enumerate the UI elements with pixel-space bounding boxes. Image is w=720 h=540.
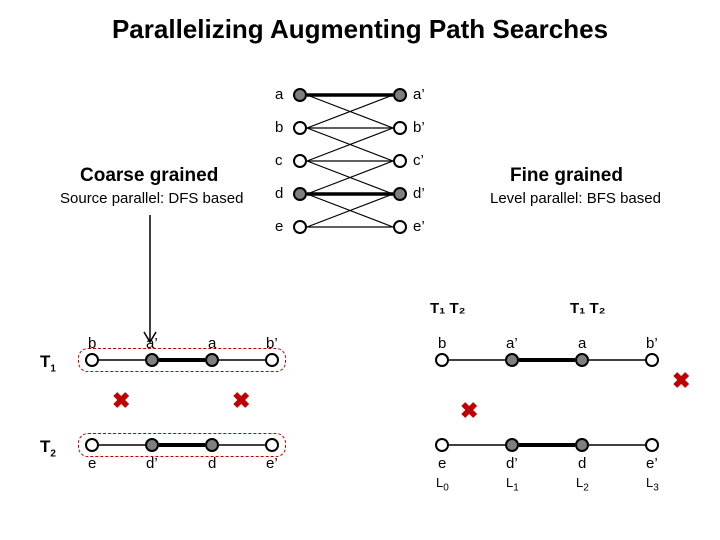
chain-box-t1 [78, 348, 286, 372]
r1-l3: a [578, 335, 586, 352]
c1-l3: a [208, 335, 216, 352]
node-a [293, 88, 307, 102]
c2-l3: d [208, 455, 216, 472]
c2-l1: e [88, 455, 96, 472]
c2-n4 [265, 438, 279, 452]
c1-n3 [205, 353, 219, 367]
connections [0, 0, 720, 540]
node-d [293, 187, 307, 201]
c2-n1 [85, 438, 99, 452]
c1-l2: a’ [146, 335, 158, 352]
node-cp [393, 154, 407, 168]
coarse-heading: Coarse grained [80, 165, 218, 187]
fine-heading: Fine grained [510, 165, 623, 187]
t2-label: T2 [40, 437, 56, 459]
xmark-right-top: ✖ [672, 370, 690, 392]
r1-n3 [575, 353, 589, 367]
xmark-left-2: ✖ [232, 390, 250, 412]
c1-n4 [265, 353, 279, 367]
node-c [293, 154, 307, 168]
xmark-right-bottom: ✖ [460, 400, 478, 422]
r2-l4: e’ [646, 455, 658, 472]
L1: L1 [506, 475, 519, 494]
pair-header-left: T₁ T₂ [430, 300, 465, 317]
node-ap [393, 88, 407, 102]
lbl-a: a [275, 86, 283, 103]
r1-n2 [505, 353, 519, 367]
chain-box-t2 [78, 433, 286, 457]
r1-n1 [435, 353, 449, 367]
lbl-b: b [275, 119, 283, 136]
pair-header-right: T₁ T₂ [570, 300, 605, 317]
t1-label: T1 [40, 352, 56, 374]
node-b [293, 121, 307, 135]
r1-n4 [645, 353, 659, 367]
c2-n2 [145, 438, 159, 452]
r2-l3: d [578, 455, 586, 472]
lbl-ep: e’ [413, 218, 425, 235]
node-ep [393, 220, 407, 234]
L0: L0 [436, 475, 449, 494]
c1-l4: b’ [266, 335, 278, 352]
r2-l2: d’ [506, 455, 518, 472]
L2: L2 [576, 475, 589, 494]
coarse-sub: Source parallel: DFS based [60, 190, 243, 207]
node-bp [393, 121, 407, 135]
node-e [293, 220, 307, 234]
c2-l4: e’ [266, 455, 278, 472]
c2-l2: d’ [146, 455, 158, 472]
c1-n1 [85, 353, 99, 367]
L3: L3 [646, 475, 659, 494]
xmark-left-1: ✖ [112, 390, 130, 412]
lbl-dp: d’ [413, 185, 425, 202]
r2-l1: e [438, 455, 446, 472]
r1-l2: a’ [506, 335, 518, 352]
lbl-ap: a’ [413, 86, 425, 103]
node-dp [393, 187, 407, 201]
lbl-bp: b’ [413, 119, 425, 136]
fine-sub: Level parallel: BFS based [490, 190, 661, 207]
r1-l4: b’ [646, 335, 658, 352]
r2-n1 [435, 438, 449, 452]
lbl-cp: c’ [413, 152, 424, 169]
r2-n3 [575, 438, 589, 452]
r2-n2 [505, 438, 519, 452]
c2-n3 [205, 438, 219, 452]
lbl-e: e [275, 218, 283, 235]
lbl-c: c [275, 152, 283, 169]
c1-n2 [145, 353, 159, 367]
slide-title: Parallelizing Augmenting Path Searches [0, 14, 720, 45]
r1-l1: b [438, 335, 446, 352]
c1-l1: b [88, 335, 96, 352]
lbl-d: d [275, 185, 283, 202]
r2-n4 [645, 438, 659, 452]
